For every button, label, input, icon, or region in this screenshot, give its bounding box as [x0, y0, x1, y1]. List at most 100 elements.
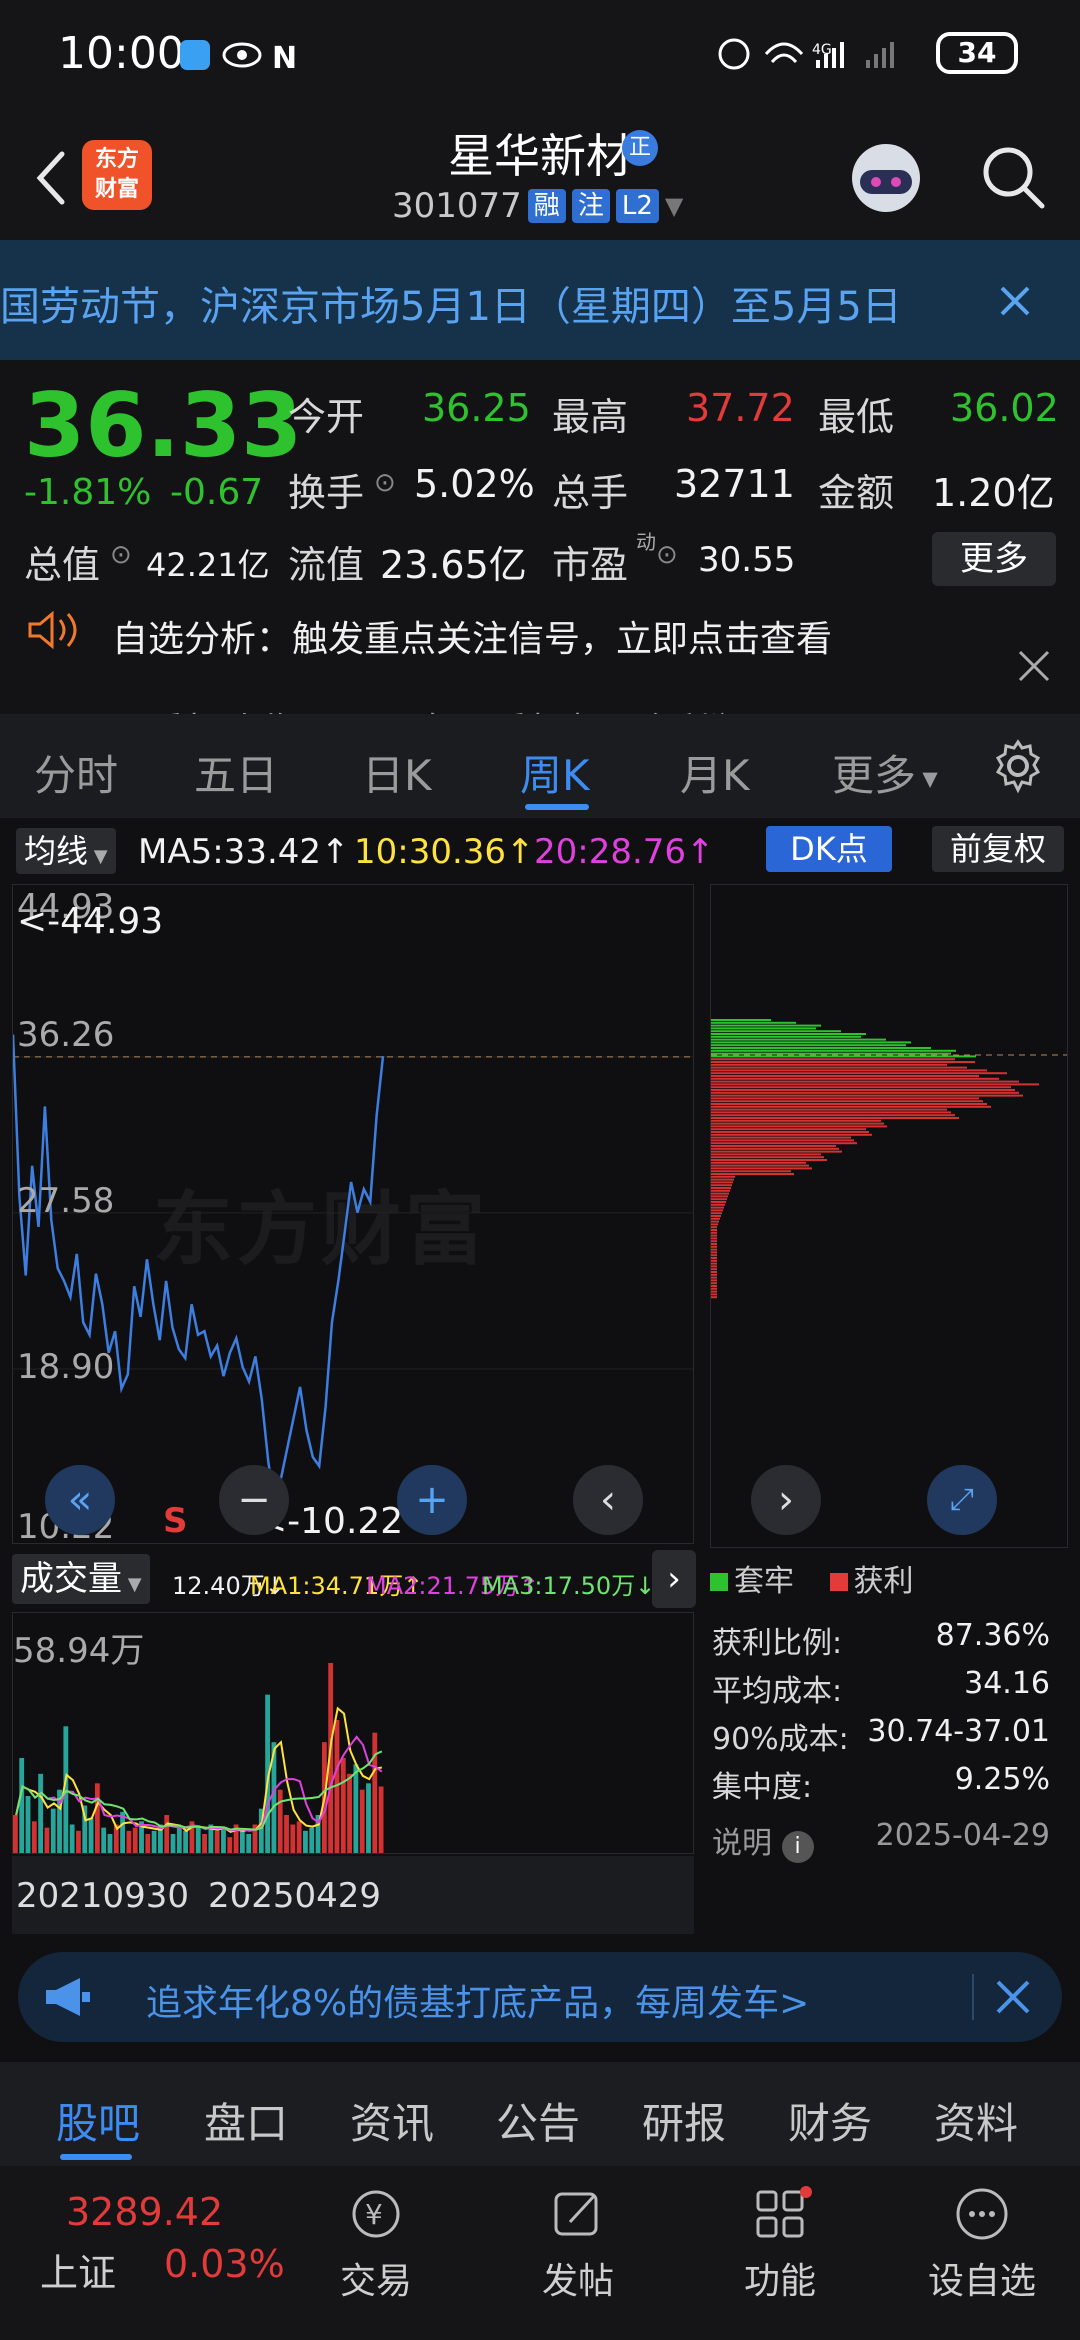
tab-monthly-k[interactable]: 月K [680, 742, 750, 803]
index-pct[interactable]: 0.03% [164, 2242, 285, 2286]
close-icon[interactable] [992, 1976, 1034, 2018]
gear-icon[interactable] [990, 738, 1046, 794]
chip-bar [711, 1203, 725, 1206]
chip-bar [711, 1175, 735, 1178]
last-price: 36.33 [24, 374, 303, 477]
scroll-left-icon[interactable]: « [45, 1465, 115, 1535]
volume-bar [372, 1732, 378, 1853]
trade-button[interactable]: ¥ 交易 [306, 2186, 446, 2304]
svg-text:¥: ¥ [365, 2198, 383, 2231]
volume-chart[interactable]: 58.94万 [12, 1612, 694, 1854]
volume-header: 成交量 ▼ 12.40万↓ MA1:34.71万↑ MA2:21.75万↑ MA… [12, 1550, 696, 1610]
info-icon: i [781, 1831, 814, 1863]
info-circle-icon[interactable]: ⊙ [656, 540, 678, 570]
stock-code: 301077 [392, 186, 522, 226]
chip-bar [711, 1035, 861, 1038]
tab-news[interactable]: 资讯 [350, 2090, 434, 2151]
chip-bar [711, 1150, 842, 1153]
info-circle-icon[interactable]: ⊙ [110, 540, 132, 570]
ad-banner[interactable]: 追求年化8%的债基打底产品，每周发车> [18, 1952, 1062, 2042]
functions-button[interactable]: 功能 [710, 2186, 850, 2304]
tab-intraday[interactable]: 分时 [34, 742, 118, 803]
chip-bar [711, 1019, 771, 1021]
volume-bar [202, 1834, 207, 1853]
kline-chart[interactable]: 东方财富 44.93 36.26 27.58 18.90 10.22 <-44.… [12, 884, 694, 1547]
tab-finance[interactable]: 财务 [788, 2090, 872, 2151]
search-icon[interactable] [978, 142, 1048, 212]
dk-point-button[interactable]: DK点 [766, 826, 892, 872]
chip-bar [711, 1285, 717, 1287]
volume-bar [151, 1830, 157, 1853]
y-tick: 36.26 [17, 1015, 115, 1055]
more-button[interactable]: 更多 [932, 532, 1056, 586]
chip-bar [711, 1097, 979, 1100]
low-label: 最低 [818, 395, 895, 439]
sell-marker: S [163, 1501, 188, 1541]
chip-bar [711, 1251, 717, 1254]
volume-bar [44, 1827, 50, 1853]
status-bar: 10:00 N 4G 34 [0, 0, 1080, 110]
tab-five-day[interactable]: 五日 [194, 742, 278, 803]
zoom-in-icon[interactable]: + [397, 1465, 467, 1535]
cost90-value: 30.74-37.01 [867, 1714, 1050, 1749]
price-line-svg [13, 1034, 693, 1506]
volume-bar [107, 1834, 113, 1853]
chip-bar [711, 1215, 721, 1217]
cost90-label: 90%成本: [712, 1722, 849, 1757]
close-icon[interactable] [990, 276, 1040, 326]
pe-superscript: 动 [636, 530, 656, 554]
index-name[interactable]: 上证 [40, 2242, 116, 2297]
volume-value: 32711 [674, 462, 795, 506]
volume-bar [69, 1824, 75, 1853]
add-watchlist-button[interactable]: 设自选 [912, 2186, 1052, 2304]
ma-select[interactable]: 均线 ▼ [16, 828, 116, 874]
volume-bar [296, 1821, 302, 1853]
chip-bar [711, 1105, 991, 1108]
chip-bar [711, 1206, 724, 1209]
note-link[interactable]: 说明 i [712, 1818, 814, 1863]
status-notification-icons: N [180, 40, 297, 72]
notice-bar[interactable]: 国劳动节，沪深京市场5月1日（星期四）至5月5日 [0, 240, 1080, 360]
zoom-out-icon[interactable]: − [219, 1465, 289, 1535]
pe-label: 市盈 [552, 543, 629, 587]
adjustment-button[interactable]: 前复权 [932, 826, 1064, 872]
tab-orderbook[interactable]: 盘口 [204, 2090, 288, 2151]
volume-bar [284, 1815, 289, 1853]
chip-bar [711, 1265, 717, 1268]
stock-code-row[interactable]: 301077 融 注 L2 ▼ [392, 186, 683, 226]
chip-bar [711, 1049, 956, 1052]
robot-assistant-icon[interactable] [844, 136, 928, 220]
chip-distribution-chart[interactable]: › ⤢ [710, 884, 1068, 1548]
chip-bar [711, 1273, 717, 1276]
info-circle-icon[interactable]: ⊙ [374, 468, 396, 498]
expand-icon[interactable]: ⤢ [927, 1465, 997, 1535]
tab-guba[interactable]: 股吧 [56, 2090, 140, 2151]
volume-select[interactable]: 成交量 ▼ [12, 1554, 150, 1604]
tab-weekly-k[interactable]: 周K [520, 742, 590, 803]
volume-bar [31, 1821, 37, 1853]
chip-bar [711, 1198, 727, 1201]
tag-registration: 注 [571, 189, 610, 223]
tab-more[interactable]: 更多 ▼ [832, 742, 938, 803]
chip-bar [711, 1108, 947, 1111]
tab-research[interactable]: 研报 [642, 2090, 726, 2151]
info-strip[interactable]: 自选分析：触发重点关注信号，立即点击查看 季报速览：2025年一季报归母净利润3… [0, 610, 1080, 714]
tab-profile[interactable]: 资料 [934, 2090, 1018, 2151]
volume-bar [359, 1789, 365, 1853]
chevron-right-icon[interactable]: › [751, 1465, 821, 1535]
close-icon[interactable] [1014, 646, 1054, 686]
volume-bar [132, 1827, 138, 1853]
tab-daily-k[interactable]: 日K [362, 742, 432, 803]
post-button[interactable]: 发帖 [508, 2186, 648, 2304]
tab-announcements[interactable]: 公告 [496, 2090, 580, 2151]
volume-bar [221, 1827, 226, 1853]
chip-bar [711, 1164, 809, 1167]
dropdown-arrow-icon: ▼ [664, 192, 684, 220]
chip-bar [711, 1066, 967, 1069]
next-indicator-icon[interactable]: › [652, 1550, 696, 1608]
index-value[interactable]: 3289.42 [66, 2190, 223, 2234]
volume-bar [303, 1830, 308, 1853]
chip-bar [711, 1159, 827, 1161]
chevron-left-icon[interactable]: ‹ [573, 1465, 643, 1535]
active-tab-indicator [60, 2154, 132, 2160]
